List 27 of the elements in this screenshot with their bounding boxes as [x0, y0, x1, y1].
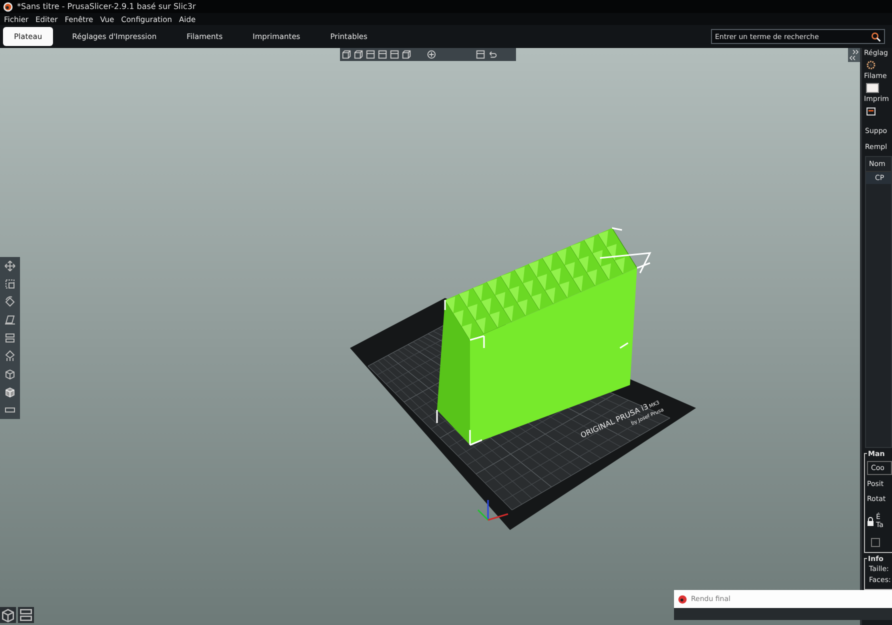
- undo-icon[interactable]: [487, 49, 498, 60]
- collapse-sidebar-icon[interactable]: [848, 48, 860, 62]
- move-icon[interactable]: [4, 260, 16, 272]
- rotate-icon[interactable]: [4, 296, 16, 308]
- window-title: *Sans titre - PrusaSlicer-2.9.1 basé sur Slic3r: [17, 2, 196, 11]
- checkbox[interactable]: [871, 538, 880, 547]
- printer-icon[interactable]: [866, 106, 876, 116]
- cut-icon[interactable]: [4, 332, 16, 344]
- 3d-view-icon[interactable]: [0, 607, 16, 623]
- solid-cube-icon[interactable]: [4, 386, 16, 398]
- filament-color-swatch[interactable]: [866, 83, 879, 93]
- add-icon[interactable]: [426, 49, 437, 60]
- preview-icon[interactable]: [18, 607, 34, 623]
- cube-view-icon[interactable]: [341, 49, 352, 60]
- place-on-face-icon[interactable]: [4, 314, 16, 326]
- layer-view-icon[interactable]: [365, 49, 376, 60]
- lock-icon[interactable]: [867, 516, 874, 526]
- app-logo-icon: [678, 594, 687, 604]
- cube-view-icon[interactable]: [353, 49, 364, 60]
- layer-view-icon[interactable]: [475, 49, 486, 60]
- search-icon[interactable]: [871, 32, 881, 42]
- layer-view-icon[interactable]: [377, 49, 388, 60]
- scale-icon[interactable]: [4, 278, 16, 290]
- gear-icon[interactable]: [866, 60, 876, 70]
- axes-icon: [477, 500, 508, 521]
- support-paint-icon[interactable]: [4, 350, 16, 362]
- app-logo-icon: [3, 2, 13, 12]
